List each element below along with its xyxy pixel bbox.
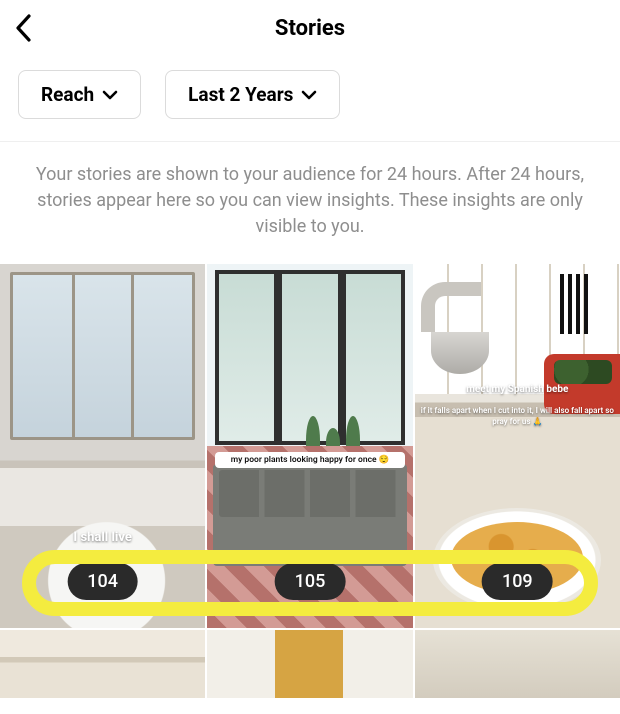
- metric-filter-label: Reach: [41, 83, 94, 106]
- info-text: Your stories are shown to your audience …: [0, 142, 620, 264]
- story-caption: I shall live: [0, 530, 205, 545]
- chevron-left-icon: [14, 13, 34, 43]
- story-caption: meet my Spanish bebe: [415, 384, 620, 395]
- story-tile[interactable]: [415, 630, 620, 698]
- stories-grid-row-2: [0, 630, 620, 698]
- metric-filter[interactable]: Reach: [18, 70, 141, 119]
- story-tile[interactable]: [207, 630, 412, 698]
- chevron-down-icon: [102, 90, 118, 100]
- story-tile[interactable]: [0, 630, 205, 698]
- reach-badge: 104: [67, 563, 138, 600]
- filter-bar: Reach Last 2 Years: [0, 56, 620, 142]
- story-caption-secondary: if it falls apart when I cut into it, I …: [421, 406, 614, 427]
- date-range-filter-label: Last 2 Years: [188, 83, 293, 106]
- page-title: Stories: [275, 16, 345, 41]
- story-tile[interactable]: my poor plants looking happy for once 😌 …: [207, 264, 412, 628]
- story-tile[interactable]: I shall live 104: [0, 264, 205, 628]
- date-range-filter[interactable]: Last 2 Years: [165, 70, 340, 119]
- reach-badge: 105: [275, 563, 346, 600]
- story-tile[interactable]: meet my Spanish bebe if it falls apart w…: [415, 264, 620, 628]
- header: Stories: [0, 0, 620, 56]
- reach-badge: 109: [482, 563, 553, 600]
- back-button[interactable]: [14, 13, 34, 43]
- story-caption: my poor plants looking happy for once 😌: [215, 452, 404, 468]
- chevron-down-icon: [301, 90, 317, 100]
- stories-grid: I shall live 104 my poor plants looking …: [0, 264, 620, 628]
